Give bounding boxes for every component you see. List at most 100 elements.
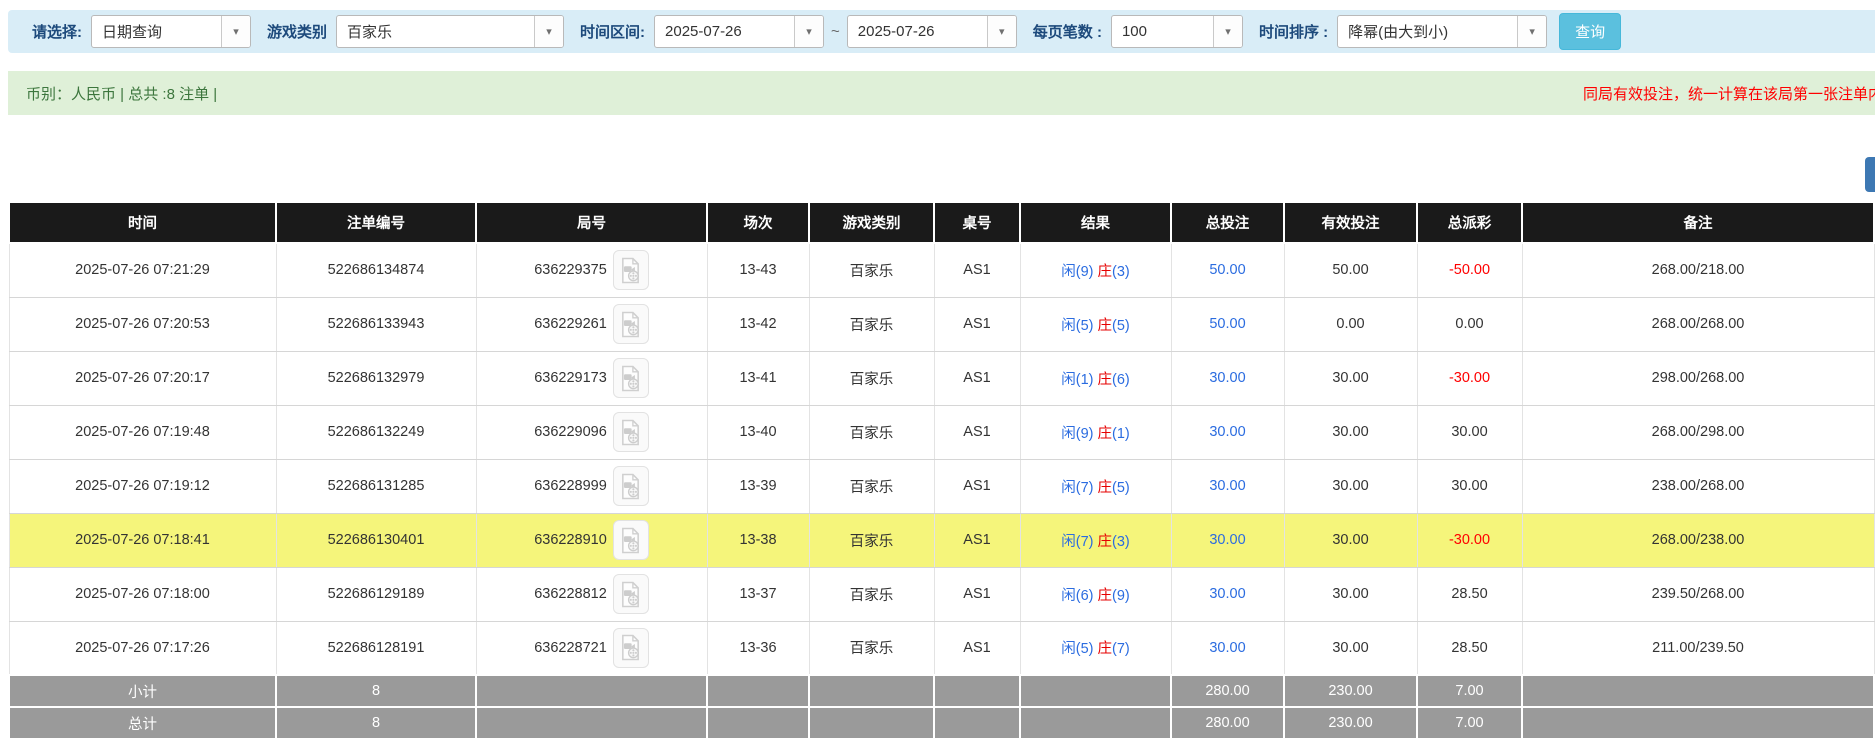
video-replay-button[interactable]: [613, 574, 649, 614]
result-cell: 闲(1) 庄(6): [1020, 351, 1171, 405]
time-cell: 2025-07-26 07:20:53: [9, 297, 276, 351]
game-type-select[interactable]: 百家乐 ▾: [336, 15, 564, 48]
chevron-down-icon[interactable]: ▾: [1213, 16, 1242, 47]
time-sort-select[interactable]: 降幂(由大到小) ▾: [1337, 15, 1547, 48]
session-cell: 13-43: [707, 243, 809, 297]
page-size-value: 100: [1112, 23, 1213, 40]
banker-label: 庄: [1098, 641, 1113, 657]
payout-cell: 30.00: [1417, 459, 1522, 513]
player-result: 闲(1): [1061, 372, 1093, 388]
game-type-cell: 百家乐: [809, 297, 934, 351]
time-cell: 2025-07-26 07:21:29: [9, 243, 276, 297]
table-no-cell: AS1: [934, 297, 1020, 351]
total-bet-link[interactable]: 30.00: [1209, 586, 1245, 602]
total-count: 8: [276, 707, 476, 739]
total-bet-cell: 30.00: [1171, 567, 1284, 621]
total-bet-link[interactable]: 30.00: [1209, 424, 1245, 440]
payout-cell: -30.00: [1417, 513, 1522, 567]
chevron-down-icon[interactable]: ▾: [221, 16, 250, 47]
chevron-down-icon[interactable]: ▾: [987, 16, 1016, 47]
empty-cell: [1020, 707, 1171, 739]
video-replay-button[interactable]: [613, 250, 649, 290]
empty-cell: [707, 707, 809, 739]
banker-value: (7): [1112, 641, 1130, 657]
total-bet-link[interactable]: 50.00: [1209, 262, 1245, 278]
video-replay-button[interactable]: [613, 466, 649, 506]
player-result: 闲(6): [1061, 588, 1093, 604]
table-row: 2025-07-26 07:20:17 522686132979 6362291…: [9, 351, 1874, 405]
empty-cell: [707, 675, 809, 707]
valid-bet-cell: 30.00: [1284, 567, 1417, 621]
empty-cell: [1020, 675, 1171, 707]
empty-cell: [809, 675, 934, 707]
round-no: 636228812: [534, 586, 607, 602]
chevron-down-icon[interactable]: ▾: [1517, 16, 1546, 47]
banker-label: 庄: [1098, 318, 1113, 334]
query-type-select[interactable]: 日期查询 ▾: [91, 15, 251, 48]
bet-no-cell: 522686133943: [276, 297, 476, 351]
total-bet-link[interactable]: 30.00: [1209, 370, 1245, 386]
video-replay-button[interactable]: [613, 412, 649, 452]
date-from-select[interactable]: 2025-07-26 ▾: [654, 15, 824, 48]
total-bet-link[interactable]: 30.00: [1209, 640, 1245, 656]
total-bet-cell: 50.00: [1171, 243, 1284, 297]
total-bet-link[interactable]: 50.00: [1209, 316, 1245, 332]
bet-no-cell: 522686134874: [276, 243, 476, 297]
page-size-select[interactable]: 100 ▾: [1111, 15, 1243, 48]
video-replay-button[interactable]: [613, 520, 649, 560]
date-to-select[interactable]: 2025-07-26 ▾: [847, 15, 1017, 48]
result-cell: 闲(9) 庄(1): [1020, 405, 1171, 459]
banker-label: 庄: [1098, 426, 1113, 442]
session-cell: 13-40: [707, 405, 809, 459]
total-label: 总计: [9, 707, 276, 739]
chevron-down-icon[interactable]: ▾: [534, 16, 563, 47]
valid-bet-cell: 50.00: [1284, 243, 1417, 297]
banker-label: 庄: [1098, 588, 1113, 604]
empty-cell: [1522, 675, 1874, 707]
session-cell: 13-38: [707, 513, 809, 567]
table-no-cell: AS1: [934, 513, 1020, 567]
bet-no-cell: 522686128191: [276, 621, 476, 675]
payout-cell: -30.00: [1417, 351, 1522, 405]
remark-cell: 238.00/268.00: [1522, 459, 1874, 513]
total-total-bet: 280.00: [1171, 707, 1284, 739]
empty-cell: [476, 675, 707, 707]
valid-bet-cell: 30.00: [1284, 513, 1417, 567]
remark-cell: 268.00/238.00: [1522, 513, 1874, 567]
round-no: 636228910: [534, 532, 607, 548]
chevron-down-icon[interactable]: ▾: [794, 16, 823, 47]
empty-cell: [934, 675, 1020, 707]
table-no-cell: AS1: [934, 621, 1020, 675]
banker-value: (3): [1112, 264, 1130, 280]
total-bet-link[interactable]: 30.00: [1209, 478, 1245, 494]
remark-cell: 239.50/268.00: [1522, 567, 1874, 621]
banker-label: 庄: [1098, 534, 1113, 550]
video-replay-button[interactable]: [613, 358, 649, 398]
remark-cell: 268.00/268.00: [1522, 297, 1874, 351]
player-result: 闲(7): [1061, 534, 1093, 550]
payout-cell: -50.00: [1417, 243, 1522, 297]
video-replay-button[interactable]: [613, 628, 649, 668]
video-file-icon: [619, 473, 642, 500]
select-label: 请选择:: [32, 21, 82, 42]
video-replay-button[interactable]: [613, 304, 649, 344]
table-row: 2025-07-26 07:21:29 522686134874 6362293…: [9, 243, 1874, 297]
banker-label: 庄: [1098, 480, 1113, 496]
game-type-cell: 百家乐: [809, 405, 934, 459]
total-bet-cell: 30.00: [1171, 621, 1284, 675]
column-header-10: 总派彩: [1417, 203, 1522, 243]
round-no-cell: 636229261: [476, 297, 707, 351]
session-cell: 13-37: [707, 567, 809, 621]
date-from-value: 2025-07-26: [655, 23, 794, 40]
total-row: 总计 8 280.00 230.00 7.00: [9, 707, 1874, 739]
column-header-2: 注单编号: [276, 203, 476, 243]
subtotal-count: 8: [276, 675, 476, 707]
valid-bet-cell: 30.00: [1284, 405, 1417, 459]
cut-off-button[interactable]: [1865, 157, 1875, 192]
column-header-1: 时间: [9, 203, 276, 243]
round-no-cell: 636228721: [476, 621, 707, 675]
game-type-cell: 百家乐: [809, 621, 934, 675]
same-round-notice: 同局有效投注，统一计算在该局第一张注单内: [1583, 83, 1875, 104]
total-bet-link[interactable]: 30.00: [1209, 532, 1245, 548]
search-button[interactable]: 查询: [1559, 13, 1621, 50]
